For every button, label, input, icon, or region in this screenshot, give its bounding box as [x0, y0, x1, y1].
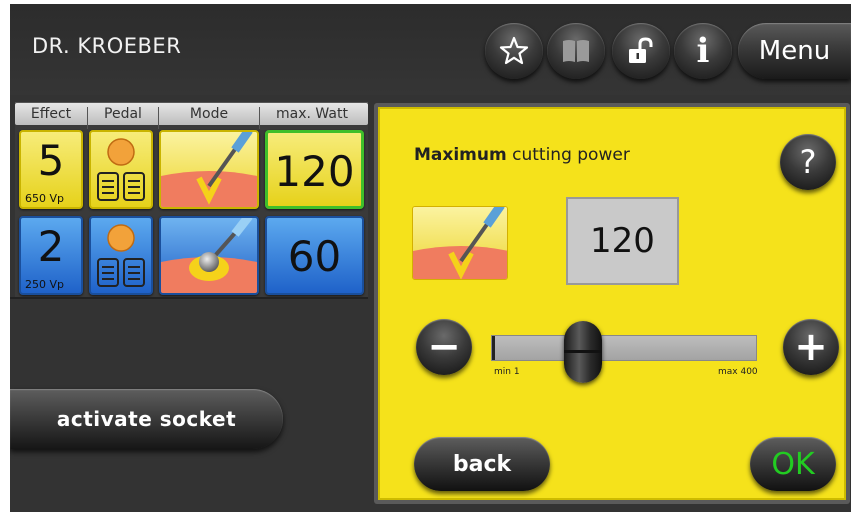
header-bar: DR. KROEBER i Menu: [10, 4, 851, 95]
power-slider-thumb[interactable]: [564, 321, 602, 383]
pedal-icon: [91, 138, 151, 207]
info-icon: i: [696, 31, 710, 71]
power-value-display: 120: [566, 197, 679, 285]
help-button[interactable]: ?: [780, 134, 836, 190]
max-watt-value: 60: [287, 232, 342, 281]
dialog-title: Maximum cutting power: [414, 145, 630, 165]
decrease-button[interactable]: −: [416, 319, 472, 375]
book-icon: [561, 38, 591, 64]
pedal-tile[interactable]: [89, 130, 153, 209]
programs-button[interactable]: [547, 23, 605, 79]
column-header-max-watt: max. Watt: [276, 106, 348, 122]
max-power-dialog: Maximum cutting power ? 120 − min 1 max …: [374, 103, 850, 504]
page-title: DR. KROEBER: [32, 34, 182, 58]
menu-button[interactable]: Menu: [738, 23, 851, 79]
slider-max-label: max 400: [718, 367, 758, 377]
unlock-icon: [626, 36, 656, 66]
help-icon: ?: [799, 143, 817, 181]
table-header: Effect Pedal Mode max. Watt: [15, 103, 368, 129]
voltage-value: 650 Vp: [25, 192, 64, 205]
effect-value: 5: [37, 136, 65, 185]
mode-tile[interactable]: [159, 130, 259, 209]
increase-button[interactable]: +: [783, 319, 839, 375]
ok-button[interactable]: OK: [750, 437, 836, 491]
lock-button[interactable]: [612, 23, 670, 79]
cutting-blade-icon: [161, 132, 257, 207]
power-slider-track[interactable]: [491, 335, 757, 361]
favorite-button[interactable]: [485, 23, 543, 79]
divider: [10, 297, 368, 299]
info-button[interactable]: i: [674, 23, 732, 79]
effect-tile[interactable]: 2 250 Vp: [19, 216, 83, 295]
star-icon: [499, 36, 529, 66]
column-header-effect: Effect: [30, 106, 72, 122]
activate-socket-button[interactable]: activate socket: [10, 389, 283, 449]
pedal-icon: [91, 224, 151, 293]
pedal-tile[interactable]: [89, 216, 153, 295]
max-watt-tile[interactable]: 60: [265, 216, 364, 295]
slider-min-label: min 1: [494, 367, 520, 377]
voltage-value: 250 Vp: [25, 278, 64, 291]
back-button[interactable]: back: [414, 437, 550, 491]
dialog-title-bold: Maximum: [414, 145, 507, 165]
column-header-mode: Mode: [189, 106, 229, 122]
ball-electrode-icon: [161, 218, 257, 293]
dialog-title-rest: cutting power: [506, 145, 630, 165]
effect-value: 2: [37, 222, 65, 271]
minus-icon: −: [427, 324, 461, 370]
column-header-pedal: Pedal: [104, 106, 142, 122]
mode-indicator: [412, 206, 508, 280]
dialog-body: Maximum cutting power ? 120 − min 1 max …: [378, 107, 846, 500]
max-watt-value: 120: [274, 147, 355, 196]
mode-tile[interactable]: [159, 216, 259, 295]
screen: DR. KROEBER i Menu Effect Pedal Mode max…: [10, 4, 851, 512]
plus-icon: +: [794, 324, 828, 370]
effect-tile[interactable]: 5 650 Vp: [19, 130, 83, 209]
max-watt-tile[interactable]: 120: [265, 130, 364, 209]
cutting-blade-icon: [413, 207, 507, 279]
ok-label: OK: [771, 446, 815, 482]
slider-track-start: [492, 336, 495, 360]
socket-settings-table: Effect Pedal Mode max. Watt 5 650 Vp 120: [15, 102, 368, 297]
